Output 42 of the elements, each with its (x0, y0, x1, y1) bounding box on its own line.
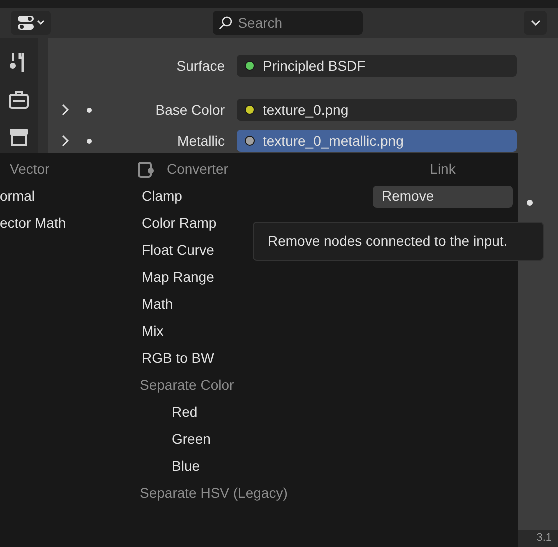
menu-item[interactable]: Float Curve (138, 240, 218, 261)
menu-item[interactable]: Color Ramp (138, 213, 221, 234)
property-label: Base Color (154, 100, 226, 120)
menu-item[interactable]: Remove (373, 186, 513, 208)
node-icon (137, 160, 155, 178)
toolbox-icon[interactable] (9, 90, 29, 110)
menu-item[interactable]: Mix (138, 321, 168, 342)
caret-icon (530, 20, 540, 26)
tooltip-text: Remove nodes connected to the input. (268, 232, 508, 251)
menu-item[interactable]: Clamp (138, 186, 186, 207)
socket-value: texture_0_metallic.png (263, 132, 404, 151)
printer-icon[interactable] (9, 126, 29, 146)
socket-field[interactable]: texture_0_metallic.png (237, 130, 517, 152)
dropdown-button[interactable] (524, 11, 547, 35)
column-title: Link (430, 160, 456, 179)
search-input[interactable]: Search (238, 12, 356, 34)
socket-field[interactable]: Principled BSDF (237, 55, 517, 77)
search-icon (218, 15, 232, 31)
menu-subheader: Separate Color (139, 376, 234, 395)
search-field[interactable]: Search (212, 11, 362, 35)
property-label: Surface (176, 56, 226, 76)
menu-item[interactable]: ormal (0, 186, 40, 207)
socket-value: Principled BSDF (263, 56, 366, 76)
chevron-icon[interactable] (62, 104, 70, 116)
column-title: Converter (167, 160, 228, 179)
caret-icon (37, 20, 45, 26)
column-title: Vector (10, 160, 50, 179)
socket-field[interactable]: texture_0.png (237, 99, 517, 121)
toggle-icon (17, 14, 35, 32)
menu-item[interactable]: RGB to BW (138, 348, 218, 369)
menu-item[interactable]: Map Range (138, 267, 218, 288)
menu-item[interactable]: Math (138, 294, 178, 315)
property-label: Metallic (176, 132, 226, 150)
socket-value: texture_0.png (263, 100, 349, 120)
editor-type-button[interactable] (11, 11, 51, 35)
version-text: 3.1 (536, 531, 552, 546)
chevron-icon[interactable] (62, 135, 70, 147)
menu-item[interactable]: Blue (170, 456, 202, 477)
menu-item[interactable]: Green (170, 429, 213, 450)
menu-item[interactable]: ector Math (0, 213, 70, 234)
menu-item[interactable]: Red (170, 402, 200, 423)
menu-subheader: Separate HSV (Legacy) (139, 484, 288, 503)
